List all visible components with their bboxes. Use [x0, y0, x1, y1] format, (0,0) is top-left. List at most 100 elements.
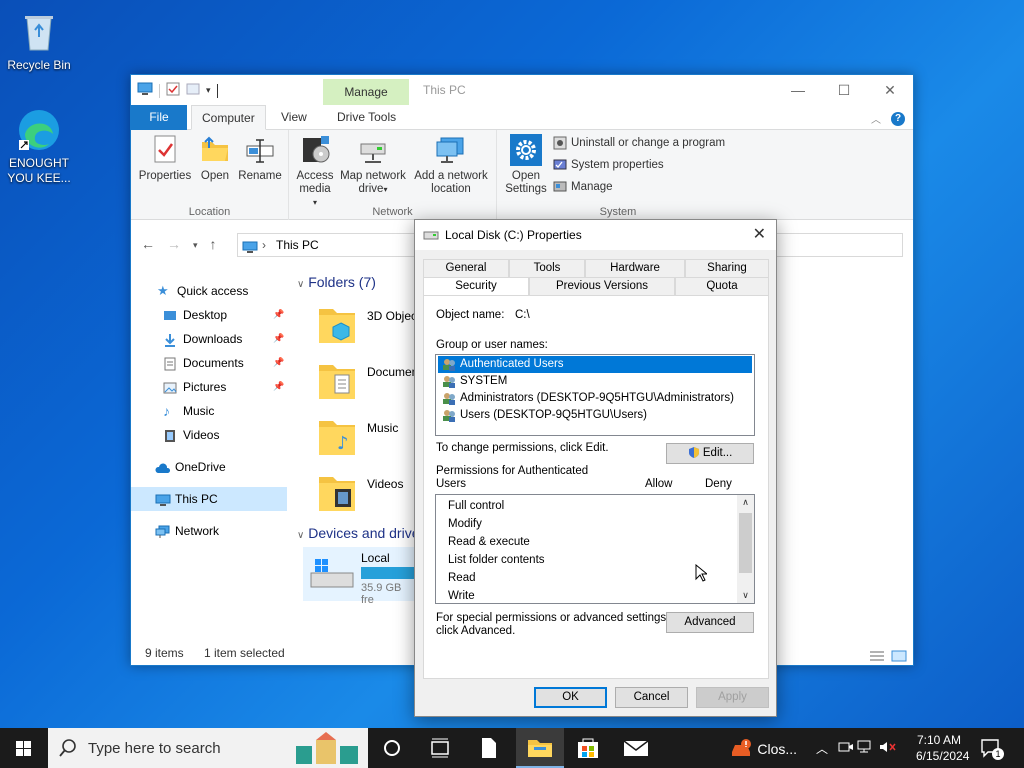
details-view-icon[interactable] [869, 646, 885, 670]
meet-now-icon[interactable] [838, 742, 854, 757]
window-title: This PC [423, 83, 466, 97]
devices-section-header[interactable]: ∨ Devices and drives [297, 525, 427, 541]
permissions-scrollbar[interactable]: ∧ ∨ [737, 495, 754, 603]
address-input[interactable]: › This PC [237, 233, 417, 257]
taskbar-search[interactable]: Type here to search [48, 728, 368, 768]
nav-item-this-pc[interactable]: This PC [155, 488, 218, 510]
open-button[interactable]: Open [195, 134, 235, 183]
selection-count: 1 item selected [204, 646, 285, 660]
clock-date: 6/15/2024 [916, 749, 970, 763]
folders-section-header[interactable]: ∨ Folders (7) [297, 274, 376, 290]
taskbar-mail[interactable] [612, 728, 660, 768]
tab-hardware[interactable]: Hardware [585, 259, 685, 277]
taskbar-file-explorer[interactable] [516, 728, 564, 768]
taskbar-notepad[interactable] [464, 728, 512, 768]
list-item[interactable]: SYSTEM [438, 373, 752, 390]
cancel-button[interactable]: Cancel [615, 687, 688, 708]
maximize-icon[interactable]: ☐ [821, 75, 867, 105]
new-folder-qat-icon[interactable] [186, 82, 200, 99]
special-permissions-text: For special permissions or advanced sett… [436, 612, 670, 624]
tray-system-icons[interactable] [838, 740, 897, 757]
up-arrow-icon[interactable]: ↑ [210, 236, 217, 254]
tab-general[interactable]: General [423, 259, 509, 277]
task-view-button[interactable] [416, 728, 464, 768]
map-network-drive-button[interactable]: Map network drive▾ [337, 134, 409, 196]
collapse-ribbon-icon[interactable]: ︿ [871, 111, 881, 126]
start-button[interactable] [0, 728, 48, 768]
permission-row: Write [448, 590, 475, 602]
list-item[interactable]: Authenticated Users [438, 356, 752, 373]
rename-button[interactable]: Rename [235, 134, 285, 183]
taskbar-clock[interactable]: 7:10 AM 6/15/2024 [916, 732, 970, 764]
nav-item-downloads[interactable]: Downloads [163, 328, 242, 350]
nav-item-music[interactable]: ♪ Music [163, 400, 214, 422]
volume-muted-icon[interactable] [879, 742, 897, 757]
tab-sharing[interactable]: Sharing [685, 259, 769, 277]
nav-item-network[interactable]: Network [155, 520, 219, 542]
access-media-button[interactable]: Access media ▾ [295, 134, 335, 209]
list-item[interactable]: Users (DESKTOP-9Q5HTGU\Users) [438, 407, 752, 424]
large-icons-view-icon[interactable] [891, 646, 907, 670]
tab-previous-versions[interactable]: Previous Versions [529, 277, 675, 295]
desktop-icon-recycle-bin[interactable]: Recycle Bin [1, 8, 77, 72]
computer-icon [155, 492, 171, 506]
folder-item[interactable]: Videos [303, 469, 413, 517]
tab-drive-tools[interactable]: Drive Tools [327, 105, 406, 130]
scroll-up-icon[interactable]: ∧ [737, 497, 754, 508]
system-properties-button[interactable]: System properties [553, 158, 664, 172]
edit-button[interactable]: Edit... [666, 443, 754, 464]
nav-item-quick-access[interactable]: ★ Quick access [157, 280, 248, 302]
open-settings-button[interactable]: Open Settings [503, 134, 549, 196]
properties-qat-icon[interactable] [166, 82, 180, 99]
list-item[interactable]: Administrators (DESKTOP-9Q5HTGU\Administ… [438, 390, 752, 407]
cortana-button[interactable] [368, 728, 416, 768]
permissions-list[interactable]: Full control Modify Read & execute List … [435, 494, 755, 604]
network-icon [155, 524, 170, 538]
properties-button[interactable]: Properties [137, 134, 193, 183]
add-network-location-button[interactable]: Add a network location [411, 134, 491, 196]
notification-badge: 1 [992, 748, 1004, 760]
back-arrow-icon[interactable]: ← [141, 236, 155, 254]
desktop-icon-edge[interactable]: ENOUGHT YOU KEE... [1, 106, 77, 186]
nav-item-onedrive[interactable]: OneDrive [155, 456, 226, 478]
network-status-icon[interactable] [857, 740, 875, 757]
help-icon[interactable]: ? [891, 111, 905, 126]
close-icon[interactable]: ✕ [753, 224, 766, 244]
tab-tools[interactable]: Tools [509, 259, 585, 277]
tray-overflow-icon[interactable]: ︿ [816, 740, 828, 757]
drive-item-selected[interactable]: Local Disk 35.9 GB fre [303, 547, 415, 606]
action-center-button[interactable]: 1 [980, 738, 1004, 761]
scroll-down-icon[interactable]: ∨ [737, 590, 754, 601]
tray-notification-app[interactable]: Clos... [730, 738, 797, 758]
close-icon[interactable]: ✕ [867, 75, 913, 105]
taskbar-store[interactable] [564, 728, 612, 768]
tab-quota[interactable]: Quota [675, 277, 769, 295]
recent-dropdown-icon[interactable]: ▾ [193, 236, 198, 254]
search-box[interactable] [773, 233, 903, 257]
computer-icon[interactable] [137, 82, 153, 99]
ok-button[interactable]: OK [534, 687, 607, 708]
minimize-icon[interactable]: — [775, 75, 821, 105]
folder-item[interactable]: 3D Objects [303, 301, 426, 349]
nav-item-pictures[interactable]: Pictures [163, 376, 226, 398]
forward-arrow-icon[interactable]: → [167, 236, 181, 254]
tab-view[interactable]: View [271, 105, 317, 130]
scroll-thumb[interactable] [739, 513, 752, 573]
qat-dropdown-icon[interactable]: ▾ [206, 85, 211, 96]
user-list[interactable]: Authenticated Users SYSTEM Administrator… [435, 354, 755, 436]
folder-item[interactable]: Documents [303, 357, 428, 405]
tab-computer[interactable]: Computer [191, 105, 266, 130]
nav-item-desktop[interactable]: Desktop [163, 304, 227, 326]
tab-file[interactable]: File [131, 105, 187, 130]
uninstall-program-button[interactable]: Uninstall or change a program [553, 136, 725, 150]
tab-security[interactable]: Security [423, 277, 529, 297]
advanced-button[interactable]: Advanced [666, 612, 754, 633]
apply-button[interactable]: Apply [696, 687, 769, 708]
folder-item[interactable]: ♪ Music [303, 413, 413, 461]
nav-item-videos[interactable]: Videos [163, 424, 219, 446]
clock-time: 7:10 AM [916, 733, 962, 747]
tab-manage[interactable]: Manage [323, 79, 409, 105]
nav-item-documents[interactable]: Documents [163, 352, 244, 374]
manage-button[interactable]: Manage [553, 180, 613, 194]
special-permissions-text: click Advanced. [436, 625, 516, 637]
